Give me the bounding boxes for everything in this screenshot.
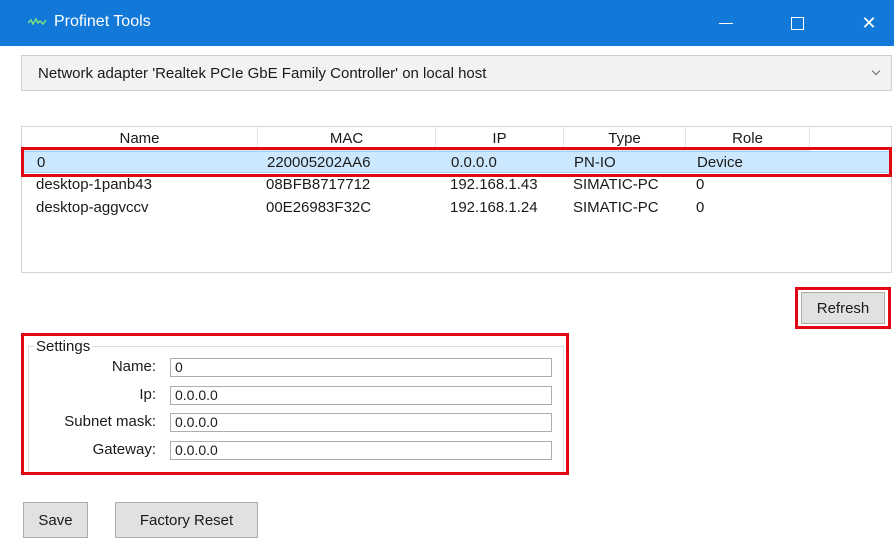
column-header-role[interactable]: Role (686, 127, 810, 151)
ip-field[interactable]: 0.0.0.0 (170, 386, 552, 405)
column-header-ip[interactable]: IP (436, 127, 564, 151)
table-row[interactable]: desktop-1panb43 08BFB8717712 192.168.1.4… (22, 174, 891, 196)
cell-mac: 08BFB8717712 (266, 176, 371, 193)
table-row[interactable]: 0 220005202AA6 0.0.0.0 PN-IO Device (22, 151, 891, 173)
cell-ip: 192.168.1.24 (450, 199, 538, 216)
cell-name: desktop-1panb43 (36, 176, 152, 193)
cell-role: 0 (696, 176, 705, 193)
subnet-mask-field[interactable]: 0.0.0.0 (170, 413, 552, 432)
maximize-button[interactable] (774, 0, 820, 46)
table-row[interactable]: desktop-aggvccv 00E26983F32C 192.168.1.2… (22, 197, 891, 219)
column-header-name[interactable]: Name (22, 127, 258, 151)
ip-label: Ip: (139, 386, 156, 403)
title-bar: Profinet Tools ✕ (0, 0, 894, 46)
cell-ip: 192.168.1.43 (450, 176, 538, 193)
settings-title: Settings (34, 338, 93, 355)
device-table[interactable]: Name MAC IP Type Role 0 220005202AA6 0.0… (21, 126, 892, 273)
factory-reset-button[interactable]: Factory Reset (115, 502, 258, 538)
maximize-icon (790, 16, 804, 30)
cell-name: 0 (37, 154, 46, 171)
column-header-mac[interactable]: MAC (258, 127, 436, 151)
minimize-button[interactable] (703, 0, 749, 46)
cell-name: desktop-aggvccv (36, 199, 149, 216)
cell-role: 0 (696, 199, 705, 216)
cell-ip: 0.0.0.0 (451, 154, 497, 171)
refresh-button[interactable]: Refresh (801, 292, 885, 324)
close-icon: ✕ (861, 12, 877, 33)
gateway-label: Gateway: (92, 441, 156, 458)
network-adapter-select[interactable]: Network adapter 'Realtek PCIe GbE Family… (21, 55, 892, 91)
gateway-field[interactable]: 0.0.0.0 (170, 441, 552, 460)
cell-type: SIMATIC-PC (573, 199, 659, 216)
cell-type: SIMATIC-PC (573, 176, 659, 193)
cell-role: Device (697, 154, 743, 171)
app-icon (28, 17, 46, 26)
subnet-mask-label: Subnet mask: (64, 413, 156, 430)
cell-mac: 00E26983F32C (266, 199, 372, 216)
chevron-down-icon (871, 66, 881, 76)
close-button[interactable]: ✕ (846, 0, 892, 46)
cell-type: PN-IO (574, 154, 616, 171)
save-button[interactable]: Save (23, 502, 88, 538)
name-field[interactable]: 0 (170, 358, 552, 377)
cell-mac: 220005202AA6 (267, 154, 371, 171)
name-label: Name: (111, 358, 156, 375)
column-header-type[interactable]: Type (564, 127, 686, 151)
minimize-icon (719, 22, 733, 24)
network-adapter-value: Network adapter 'Realtek PCIe GbE Family… (38, 65, 487, 82)
window-title: Profinet Tools (54, 13, 151, 30)
